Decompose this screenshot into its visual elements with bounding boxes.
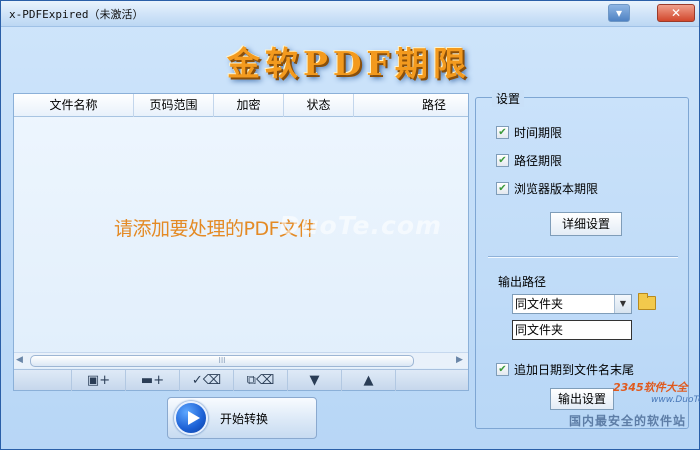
output-path-select[interactable]: 同文件夹 ▼: [512, 294, 632, 314]
toolbar-spacer: [14, 370, 72, 391]
watermark-url: www.DuoTe.com: [651, 395, 700, 405]
close-button[interactable]: ✕: [657, 4, 695, 22]
copy-delete-icon: ⧉⌫: [246, 373, 275, 388]
path-limit-checkbox[interactable]: ✔: [496, 154, 509, 167]
settings-title: 设置: [492, 90, 525, 107]
output-settings-button[interactable]: 输出设置: [550, 388, 614, 410]
append-date-checkbox[interactable]: ✔: [496, 363, 509, 376]
path-limit-option[interactable]: ✔ 路径期限: [496, 152, 562, 169]
append-date-label: 追加日期到文件名末尾: [514, 363, 635, 377]
arrow-up-icon: ▲: [363, 373, 374, 388]
output-path-select-value: 同文件夹: [515, 297, 564, 311]
add-file-icon: ▣+: [86, 373, 111, 388]
check-delete-icon: ✓⌫: [191, 373, 222, 388]
watermark-slogan: 国内最安全的软件站: [569, 414, 687, 428]
chevron-down-icon[interactable]: ▼: [614, 295, 631, 313]
time-limit-label: 时间期限: [514, 126, 563, 140]
start-convert-label: 开始转换: [220, 411, 269, 426]
banner-title: 金软PDF期限: [227, 44, 471, 83]
column-header-name[interactable]: 文件名称: [14, 94, 134, 117]
scroll-left-icon[interactable]: ◀: [16, 355, 26, 366]
play-icon: [174, 401, 208, 435]
start-convert-button[interactable]: 开始转换: [167, 397, 317, 439]
output-path-label: 输出路径: [498, 275, 547, 289]
column-header-status[interactable]: 状态: [284, 94, 354, 117]
file-list-panel[interactable]: 文件名称 页码范围 加密 状态 路径 请添加要处理的PDF文件 ◀ III ▶ …: [13, 93, 469, 391]
time-limit-checkbox[interactable]: ✔: [496, 126, 509, 139]
browser-limit-label: 浏览器版本期限: [514, 182, 599, 196]
browser-limit-checkbox[interactable]: ✔: [496, 182, 509, 195]
path-limit-label: 路径期限: [514, 154, 563, 168]
column-header-encrypt[interactable]: 加密: [214, 94, 284, 117]
app-window: x-PDFExpired（未激活） ▾ ✕ 金软PDF期限 文件名称 页码范围 …: [0, 0, 700, 450]
banner: 金软PDF期限: [1, 27, 699, 87]
scroll-right-icon[interactable]: ▶: [456, 355, 466, 366]
horizontal-scrollbar[interactable]: ◀ III ▶: [14, 352, 468, 368]
minimize-icon: ▾: [615, 6, 623, 20]
scroll-thumb[interactable]: III: [30, 355, 414, 367]
settings-divider: [488, 256, 678, 258]
append-date-option[interactable]: ✔ 追加日期到文件名末尾: [496, 361, 634, 378]
watermark-brand: 2345软件大全: [613, 381, 688, 394]
add-folder-icon: ▬+: [140, 373, 165, 388]
close-icon: ✕: [670, 6, 682, 20]
column-header-path[interactable]: 路径: [354, 94, 468, 117]
move-down-button[interactable]: ▼: [288, 370, 342, 391]
remove-selected-button[interactable]: ✓⌫: [180, 370, 234, 391]
list-toolbar: ▣+ ▬+ ✓⌫ ⧉⌫ ▼ ▲: [14, 369, 468, 391]
title-bar[interactable]: x-PDFExpired（未激活） ▾ ✕: [1, 1, 699, 27]
add-file-button[interactable]: ▣+: [72, 370, 126, 391]
minimize-button[interactable]: ▾: [608, 4, 630, 22]
arrow-down-icon: ▼: [309, 373, 320, 388]
list-header: 文件名称 页码范围 加密 状态 路径: [14, 94, 468, 117]
watermark-text: DuoTe.com: [279, 211, 443, 240]
browser-limit-option[interactable]: ✔ 浏览器版本期限: [496, 180, 598, 197]
time-limit-option[interactable]: ✔ 时间期限: [496, 124, 562, 141]
toolbar-spacer-end: [396, 370, 468, 391]
remove-all-button[interactable]: ⧉⌫: [234, 370, 288, 391]
window-title: x-PDFExpired（未激活）: [9, 8, 144, 21]
folder-icon[interactable]: [638, 293, 656, 310]
add-folder-button[interactable]: ▬+: [126, 370, 180, 391]
column-header-page-range[interactable]: 页码范围: [134, 94, 214, 117]
move-up-button[interactable]: ▲: [342, 370, 396, 391]
output-path-field[interactable]: 同文件夹: [512, 320, 632, 340]
detail-settings-button[interactable]: 详细设置: [550, 212, 622, 236]
